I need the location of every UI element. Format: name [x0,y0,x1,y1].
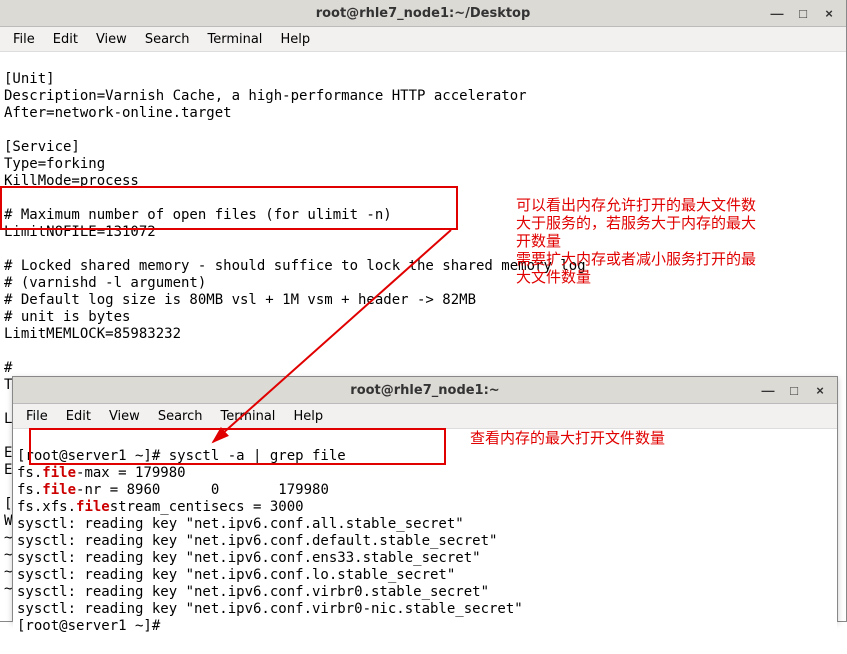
menu-file[interactable]: File [17,406,57,427]
line: # Default log size is 80MB vsl + 1M vsm … [4,292,476,308]
line: sysctl: reading key "net.ipv6.conf.virbr… [17,601,523,617]
line: sysctl: reading key "net.ipv6.conf.lo.st… [17,567,455,583]
menu-file[interactable]: File [4,29,44,50]
menubar-1: File Edit View Search Terminal Help [0,27,846,52]
line: # [4,360,12,376]
line-part: -nr = 8960 0 179980 [76,482,329,498]
line-part: fs.xfs. [17,499,76,515]
menu-terminal[interactable]: Terminal [211,406,284,427]
line: # Maximum number of open files (for ulim… [4,207,392,223]
menu-terminal[interactable]: Terminal [198,29,271,50]
line: [Unit] [4,71,55,87]
grep-match: file [76,499,110,515]
menu-help[interactable]: Help [271,29,319,50]
line: # (varnishd -l argument) [4,275,206,291]
line: [root@server1 ~]# sysctl -a | grep file [17,448,346,464]
line-part: fs. [17,465,42,481]
menu-edit[interactable]: Edit [44,29,87,50]
terminal-content-2[interactable]: [root@server1 ~]# sysctl -a | grep file … [13,429,837,654]
close-button[interactable]: × [816,3,842,23]
titlebar-2[interactable]: root@rhle7_node1:~ — □ × [13,377,837,404]
line: [root@server1 ~]# [17,618,160,634]
line: sysctl: reading key "net.ipv6.conf.virbr… [17,584,489,600]
titlebar-1[interactable]: root@rhle7_node1:~/Desktop — □ × [0,0,846,27]
grep-match: file [42,482,76,498]
window-title-2: root@rhle7_node1:~ [13,383,837,398]
line-part: -max = 179980 [76,465,186,481]
menu-search[interactable]: Search [149,406,212,427]
menu-edit[interactable]: Edit [57,406,100,427]
line: sysctl: reading key "net.ipv6.conf.defau… [17,533,497,549]
minimize-button[interactable]: — [764,3,790,23]
line: Description=Varnish Cache, a high-perfor… [4,88,527,104]
menu-search[interactable]: Search [136,29,199,50]
line: [Service] [4,139,80,155]
titlebar-buttons-2: — □ × [755,380,833,400]
menubar-2: File Edit View Search Terminal Help [13,404,837,429]
line: LimitNOFILE=131072 [4,224,156,240]
line: # Locked shared memory - should suffice … [4,258,586,274]
line: sysctl: reading key "net.ipv6.conf.ens33… [17,550,481,566]
line: # unit is bytes [4,309,130,325]
terminal-window-2: root@rhle7_node1:~ — □ × File Edit View … [12,376,838,622]
line: LimitMEMLOCK=85983232 [4,326,181,342]
menu-view[interactable]: View [100,406,149,427]
line-part: stream_centisecs = 3000 [110,499,304,515]
maximize-button[interactable]: □ [781,380,807,400]
line: After=network-online.target [4,105,232,121]
line: KillMode=process [4,173,139,189]
line: Type=forking [4,156,105,172]
line-part: fs. [17,482,42,498]
menu-help[interactable]: Help [284,406,332,427]
titlebar-buttons-1: — □ × [764,3,842,23]
line: sysctl: reading key "net.ipv6.conf.all.s… [17,516,464,532]
maximize-button[interactable]: □ [790,3,816,23]
grep-match: file [42,465,76,481]
minimize-button[interactable]: — [755,380,781,400]
close-button[interactable]: × [807,380,833,400]
window-title-1: root@rhle7_node1:~/Desktop [0,6,846,21]
menu-view[interactable]: View [87,29,136,50]
